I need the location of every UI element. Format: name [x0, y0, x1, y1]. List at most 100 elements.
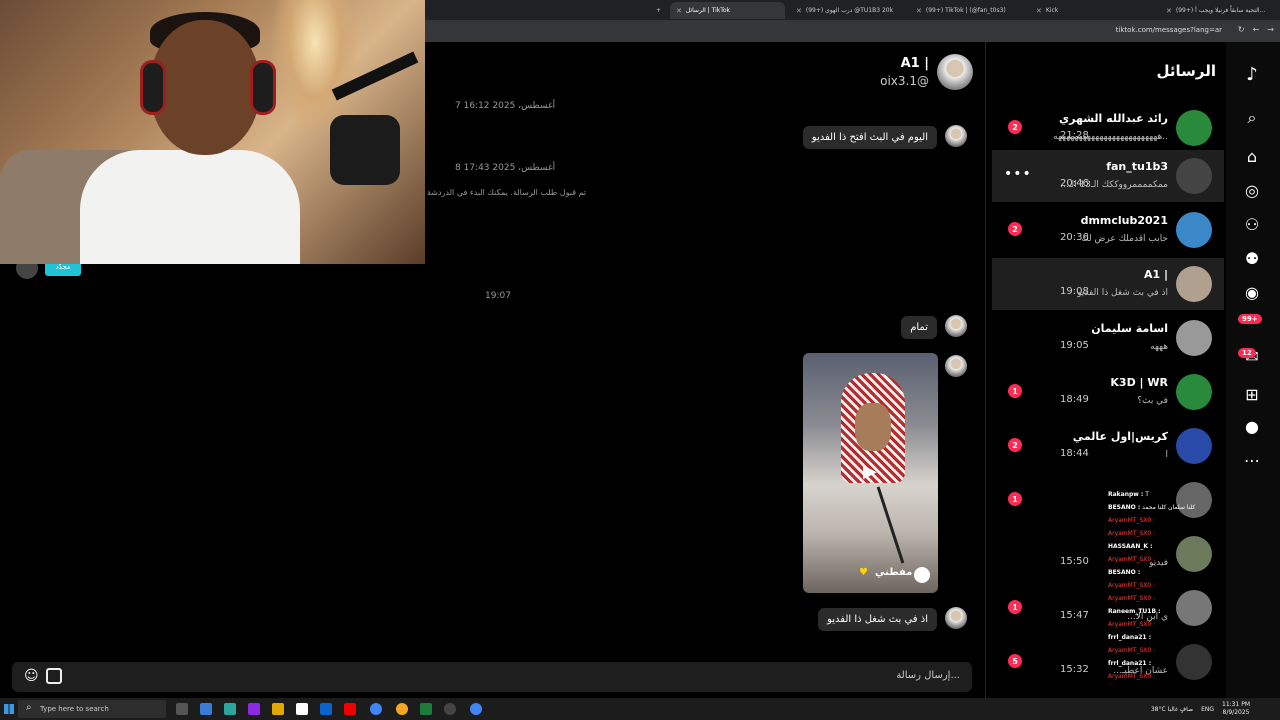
obs-icon[interactable] [444, 703, 456, 715]
stream-chat-line: AryamMT_SX0 : [1108, 618, 1218, 631]
browser-tab[interactable]: ✕ (99+) التحية سابقاً فرنيلا ويجب أ... [1160, 2, 1280, 19]
conversation-preview: اذ في بث شغل ذا الفديو [1077, 288, 1168, 298]
chrome-icon[interactable] [470, 703, 482, 715]
chat-text: T [1145, 491, 1149, 498]
message-composer[interactable]: ☺ إرسال رسالة... [12, 662, 972, 692]
heart-icon: ♥ [859, 567, 868, 578]
reload-icon[interactable]: ↻ [1238, 25, 1245, 34]
chat-username: AryamMT_SX0 : [1108, 621, 1156, 628]
new-tab-button[interactable]: + [650, 2, 668, 19]
headphones-icon [140, 60, 166, 115]
weather-text[interactable]: 38°C صافٍ غالبا [1151, 706, 1193, 713]
app-icon[interactable] [224, 703, 236, 715]
stream-chat-line: AryamMT_SX0 : [1108, 592, 1218, 605]
browser-nav: ↻ ← → [1238, 25, 1274, 34]
sender-avatar[interactable] [945, 125, 967, 147]
chat-username: BESANO : [1108, 504, 1141, 511]
conversation-preview: هههه [1150, 342, 1168, 352]
chat-username: AryamMT_SX0 : [1108, 556, 1156, 563]
sender-avatar[interactable] [945, 315, 967, 337]
browser-tab[interactable]: ✕ (99+) TikTok | (@fan_t0s3) [910, 2, 1020, 19]
app-icon[interactable] [396, 703, 408, 715]
image-upload-icon[interactable] [46, 668, 62, 684]
forward-icon[interactable]: → [1267, 25, 1274, 34]
mail-icon[interactable] [320, 703, 332, 715]
clock-date: 8/9/2025 [1222, 709, 1250, 716]
file-explorer-icon[interactable] [272, 703, 284, 715]
explore-icon[interactable]: ◎ [1240, 178, 1264, 202]
stream-chat-line: Rakanpw : T [1108, 488, 1218, 501]
stream-chat-line: AryamMT_SX0 : [1108, 670, 1218, 683]
upload-icon[interactable]: ⊞ [1240, 382, 1264, 406]
conversation-avatar[interactable] [1176, 374, 1212, 410]
conversation-name: كريس|اول عالمي [1072, 430, 1168, 443]
back-icon[interactable]: ← [1253, 25, 1260, 34]
stream-chat-line: BESANO : كلنا سلمان كلنا محمد [1108, 501, 1218, 514]
clock[interactable]: 11:31 PM 8/9/2025 [1222, 701, 1250, 717]
conversation-avatar[interactable] [1176, 266, 1212, 302]
conversation-item[interactable]: fan_tu1b3 ممكممممرووككك الـ13 الـ... 20:46… [992, 150, 1224, 202]
play-icon[interactable]: ▶ [863, 461, 877, 482]
contact-name: A1 | [900, 56, 929, 71]
message-date: 8 أغسطس، 2025 17:43 [455, 163, 556, 173]
tiktok-logo-icon[interactable]: ♪ [1240, 62, 1264, 86]
search-icon[interactable]: ⌕ [1240, 106, 1264, 130]
taskbar-search[interactable]: Type here to search [18, 700, 166, 718]
conversation-time: 15:47 [1060, 610, 1089, 621]
streamer-body [80, 150, 300, 264]
conversation-item[interactable]: كريس|اول عالمي ا 18:44 2 [992, 420, 1224, 472]
chat-header[interactable]: A1 | oix3.1@ [775, 52, 975, 98]
chat-username: AryamMT_SX0 : [1108, 582, 1156, 589]
edge-icon[interactable] [200, 703, 212, 715]
system-message: تم قبول طلب الرسالة. يمكنك البدء في الدر… [427, 188, 587, 197]
task-view-icon[interactable] [176, 703, 188, 715]
friends-icon[interactable]: ⚉ [1240, 246, 1264, 270]
conversation-avatar[interactable] [1176, 110, 1212, 146]
sender-avatar[interactable] [945, 607, 967, 629]
conversation-item[interactable]: A1 | اذ في بث شغل ذا الفديو 19:08 [992, 258, 1224, 310]
more-icon[interactable]: ⋯ [1240, 448, 1264, 472]
chrome-icon[interactable] [370, 703, 382, 715]
inbox-badge: 12 [1238, 348, 1256, 358]
emoji-icon[interactable]: ☺ [24, 668, 39, 684]
headphones-icon [250, 60, 276, 115]
message-bubble: اليوم في البث افتح ذا الفديو [802, 126, 937, 149]
conversation-item[interactable]: اسامة سليمان هههه 19:05 [992, 312, 1224, 364]
unread-count: 1 [1008, 600, 1022, 614]
profile-avatar[interactable]: ● [1240, 414, 1264, 438]
stream-chat-line: BESANO : [1108, 566, 1218, 579]
more-options-icon[interactable]: ••• [1004, 166, 1032, 182]
chat-username: BESANO : [1108, 569, 1141, 576]
contact-avatar[interactable] [937, 54, 973, 90]
unread-count: 2 [1008, 222, 1022, 236]
message-bubble: تمام [901, 316, 937, 339]
home-icon[interactable]: ⌂ [1240, 144, 1264, 168]
conversation-avatar[interactable] [1176, 320, 1212, 356]
url-field[interactable]: tiktok.com/messages?lang=ar [1116, 26, 1222, 34]
message-input[interactable]: إرسال رسالة... [896, 670, 960, 681]
conversation-item[interactable]: dmmclub2021 حابب اقدملك عرض لك 20:36 2 [992, 204, 1224, 256]
chat-username: frrl_dana21 : [1108, 660, 1152, 667]
conversation-item[interactable]: رائد عبدالله الشهري ..ههههههههههههههههههه… [992, 102, 1224, 154]
excel-icon[interactable] [420, 703, 432, 715]
sender-avatar[interactable] [945, 355, 967, 377]
conversation-avatar[interactable] [1176, 158, 1212, 194]
stream-chat-line: frrl_dana21 : [1108, 657, 1218, 670]
browser-tab-active[interactable]: ✕ الرسائل | TikTok [670, 2, 785, 19]
youtube-icon[interactable] [344, 703, 356, 715]
language-indicator[interactable]: ENG [1201, 706, 1214, 713]
conversation-item[interactable]: K3D | WR في بث؟ 18:49 1 [992, 366, 1224, 418]
windows-start-icon[interactable] [4, 704, 14, 714]
conversation-avatar[interactable] [1176, 428, 1212, 464]
stream-chat-line: AryamMT_SX0 : [1108, 644, 1218, 657]
conversation-avatar[interactable] [1176, 212, 1212, 248]
live-icon[interactable]: ◉ [1240, 280, 1264, 304]
browser-tab[interactable]: ✕ (99+) درب الهوى @TU1B3 20k [790, 2, 905, 19]
video-caption: مفطني [875, 567, 913, 578]
conversation-preview: ا [1165, 450, 1168, 460]
following-icon[interactable]: ⚇ [1240, 212, 1264, 236]
browser-tab[interactable]: ✕ Kick [1030, 2, 1140, 19]
app-icon[interactable] [248, 703, 260, 715]
store-icon[interactable] [296, 703, 308, 715]
shared-video[interactable]: ▶ ♥ مفطني [803, 353, 938, 593]
